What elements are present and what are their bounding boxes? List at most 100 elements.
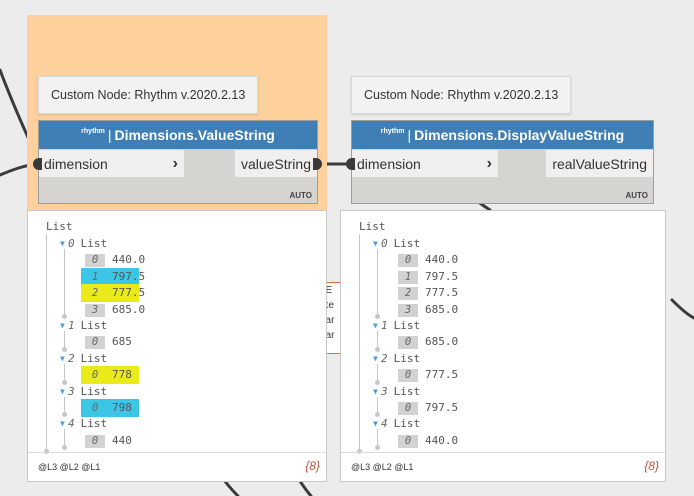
list-item[interactable]: 0 777.5	[398, 368, 459, 383]
list-item[interactable]: 0 440.0	[85, 253, 146, 268]
list-item[interactable]: 0 440.0	[398, 253, 459, 268]
run-mode-label: AUTO	[625, 191, 648, 200]
preview-footer: @L3 @L2 @L1 {8}	[28, 452, 326, 481]
item-count-label: {8}	[305, 459, 320, 473]
output-port-label: realValueString	[552, 155, 647, 172]
list-group[interactable]: ▼ 1 List	[60, 318, 107, 333]
item-value: 685.0	[425, 302, 459, 316]
wire-right-edge	[670, 298, 694, 320]
header-separator: |	[407, 127, 412, 143]
list-group[interactable]: ▼ 0 List	[60, 236, 107, 251]
group-label: List	[80, 237, 108, 250]
list-item[interactable]: 1 797.5	[398, 269, 459, 284]
node-header[interactable]: rhythm | Dimensions.DisplayValueString	[352, 121, 653, 149]
chevron-right-icon: ›	[172, 155, 178, 172]
item-value: 440.0	[112, 253, 146, 267]
group-index: 4	[381, 417, 388, 431]
list-item[interactable]: 0 797.5	[398, 401, 459, 415]
left-preview-bubble[interactable]: List ▼ 0 List 0 440.0 1 797.5 2 777.5 3 685.0 ▼ 1 List…	[27, 210, 327, 482]
item-value: 440.0	[425, 433, 459, 447]
input-port-label: dimension	[357, 155, 421, 172]
run-mode-label: AUTO	[289, 191, 312, 200]
list-group[interactable]: ▼ 2 List	[60, 351, 107, 366]
list-item[interactable]: 3 685.0	[85, 302, 146, 317]
list-group[interactable]: ▼ 3 List	[60, 384, 107, 399]
item-value: 777.5	[425, 368, 459, 382]
list-item[interactable]: 0 778	[85, 368, 132, 381]
node-title: Dimensions.DisplayValueString	[414, 127, 625, 143]
tree-guide-line	[64, 363, 65, 382]
group-index: 3	[381, 384, 388, 398]
item-count-label: {8}	[644, 459, 659, 473]
item-index-badge: 1	[91, 270, 99, 283]
input-port-connector[interactable]	[346, 158, 355, 170]
left-node-tooltip: Custom Node: Rhythm v.2020.2.13	[38, 76, 259, 114]
group-label: List	[80, 351, 108, 365]
output-port-valuestring[interactable]: valueString	[234, 150, 317, 177]
list-group[interactable]: ▼ 3 List	[373, 384, 420, 399]
group-index: 2	[381, 351, 388, 365]
group-label: List	[393, 237, 421, 250]
item-index-badge: 0	[85, 336, 105, 350]
input-port-label: dimension	[44, 155, 108, 172]
item-index-badge: 0	[398, 336, 418, 350]
tree-guide-dot	[62, 445, 67, 451]
item-value: 797.5	[425, 269, 459, 283]
list-levels-label[interactable]: @L3 @L2 @L1	[351, 462, 413, 472]
item-value: 778	[112, 368, 132, 382]
right-preview-bubble[interactable]: List ▼ 0 List 0 440.0 1 797.5 2 777.5 3 685.0 ▼ 1 List…	[340, 210, 666, 482]
list-item[interactable]: 3 685.0	[398, 302, 459, 317]
group-index: 2	[68, 351, 75, 365]
item-value: 440.0	[425, 253, 459, 267]
item-value: 797.5	[112, 269, 146, 283]
node-dimensions-valuestring[interactable]: rhythm | Dimensions.ValueString dimensio…	[38, 120, 318, 204]
list-root-label: List	[359, 220, 386, 233]
list-item[interactable]: 0 798	[85, 401, 132, 414]
list-item[interactable]: 0 440.0	[398, 433, 459, 448]
rhythm-logo-icon: rhythm	[380, 127, 405, 135]
item-value: 798	[112, 401, 132, 414]
group-label: List	[393, 319, 421, 332]
item-value: 777.5	[112, 286, 146, 300]
node-header[interactable]: rhythm | Dimensions.ValueString	[39, 121, 317, 149]
list-group[interactable]: ▼ 4 List	[60, 416, 107, 431]
item-index-badge: 0	[85, 254, 105, 268]
list-group[interactable]: ▼ 1 List	[373, 318, 420, 333]
item-value: 797.5	[425, 401, 459, 414]
input-port-connector[interactable]	[33, 158, 42, 170]
tree-guide-line	[377, 249, 378, 316]
list-root-label: List	[46, 220, 73, 233]
rhythm-logo-icon: rhythm	[81, 127, 105, 135]
list-levels-label[interactable]: @L3 @L2 @L1	[38, 462, 100, 472]
input-port-dimension[interactable]: dimension ›	[39, 150, 184, 177]
group-index: 4	[68, 417, 75, 431]
header-separator: |	[107, 127, 112, 143]
output-port-realvaluestring[interactable]: realValueString	[546, 150, 653, 177]
group-index: 0	[381, 237, 388, 250]
node-title: Dimensions.ValueString	[114, 127, 275, 143]
input-port-dimension[interactable]: dimension ›	[352, 150, 498, 177]
list-item[interactable]: 1 797.5	[85, 270, 145, 283]
list-item[interactable]: 0 440	[85, 434, 132, 448]
node-dimensions-displayvaluestring[interactable]: rhythm | Dimensions.DisplayValueString d…	[351, 120, 654, 204]
tree-guide-dot	[375, 445, 380, 451]
list-group[interactable]: ▼ 4 List	[373, 416, 420, 431]
item-index-badge: 2	[91, 287, 99, 300]
item-value: 685.0	[112, 302, 146, 316]
list-group[interactable]: ▼ 2 List	[373, 351, 420, 366]
item-index-badge: 0	[85, 434, 105, 448]
item-index-badge: 2	[398, 287, 418, 301]
group-index: 3	[68, 384, 75, 398]
list-item[interactable]: 0 685.0	[398, 335, 458, 350]
item-value: 777.5	[425, 286, 459, 300]
list-item[interactable]: 2 777.5	[398, 286, 459, 301]
list-item[interactable]: 2 777.5	[85, 286, 145, 299]
group-label: List	[80, 384, 108, 398]
tree-guide-line	[64, 249, 65, 316]
output-port-label: valueString	[240, 155, 311, 172]
list-group[interactable]: ▼ 0 List	[373, 236, 420, 251]
list-item[interactable]: 0 685	[85, 335, 132, 350]
tree-guide-line	[46, 234, 47, 450]
preview-footer: @L3 @L2 @L1 {8}	[341, 452, 665, 481]
group-label: List	[393, 417, 421, 431]
